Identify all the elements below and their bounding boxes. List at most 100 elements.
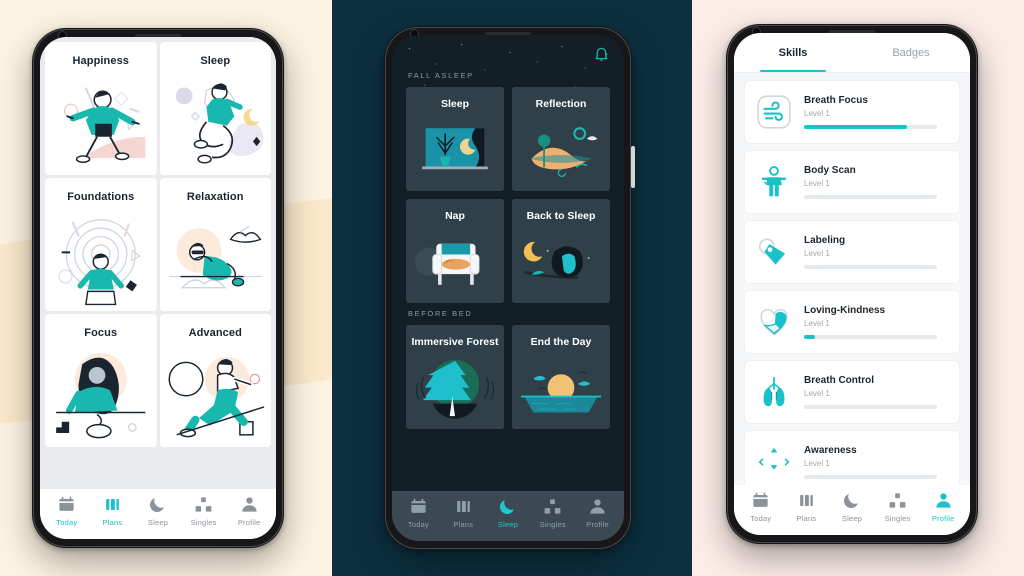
sleep-card-back-to-sleep[interactable]: Back to Sleep	[512, 199, 610, 303]
sleep-card-title: Immersive Forest	[411, 336, 499, 348]
plan-title: Relaxation	[186, 191, 244, 203]
tab-label: Badges	[892, 46, 930, 59]
plan-title: Sleep	[200, 55, 231, 67]
section-label-fall-asleep: FALL ASLEEP	[408, 71, 474, 80]
nav-label: Profile	[931, 514, 955, 523]
nav-label: Profile	[237, 518, 261, 527]
sleep-card-title: Back to Sleep	[526, 210, 596, 222]
focus-illustration	[45, 339, 157, 447]
skill-card-loving-kindness[interactable]: Loving-Kindness Level 1	[744, 290, 960, 354]
advanced-illustration	[160, 339, 272, 447]
sleep-card-title: Reflection	[535, 98, 587, 110]
skill-progress-track	[804, 405, 938, 409]
skill-card-body-scan[interactable]: Body Scan Level 1	[744, 150, 960, 214]
skill-name: Breath Control	[804, 375, 874, 386]
nav-item-plans[interactable]: Plans	[90, 495, 136, 527]
sleep-content: FALL ASLEEP Sleep Reflection Nap Back to…	[392, 35, 624, 491]
screen-plans: Happiness Sleep Foundations Relaxation F…	[40, 37, 276, 539]
nav-label: Sleep	[841, 514, 863, 523]
plans-icon	[800, 494, 813, 507]
moon-icon	[844, 494, 859, 509]
skill-card-labeling[interactable]: Labeling Level 1	[744, 220, 960, 284]
skill-card-awareness[interactable]: Awareness Level 1	[744, 430, 960, 485]
nav-label: Today	[407, 520, 429, 529]
nav-label: Sleep	[497, 520, 519, 529]
sleep-card-end-the-day[interactable]: End the Day	[512, 325, 610, 429]
nav-label: Singles	[884, 514, 911, 523]
plan-card-foundations[interactable]: Foundations	[45, 178, 157, 311]
foundations-illustration	[45, 203, 157, 311]
plans-icon	[106, 498, 119, 511]
nav-item-sleep[interactable]: Sleep	[829, 491, 875, 523]
bottom-nav-profile: Today Plans Sleep Singles Profile	[734, 485, 970, 535]
plans-grid: Happiness Sleep Foundations Relaxation F…	[40, 37, 276, 489]
nav-item-singles[interactable]: Singles	[181, 495, 227, 527]
nav-label: Singles	[539, 520, 566, 529]
nav-item-singles[interactable]: Singles	[875, 491, 921, 523]
sleep-card-immersive-forest[interactable]: Immersive Forest	[406, 325, 504, 429]
skill-level: Level 1	[804, 459, 830, 468]
armchair-cat-illustration	[406, 222, 504, 303]
nav-item-profile[interactable]: Profile	[226, 495, 272, 527]
sleep-card-title: Sleep	[440, 98, 469, 110]
nav-item-sleep[interactable]: Sleep	[135, 495, 181, 527]
skill-name: Loving-Kindness	[804, 305, 886, 316]
bottom-nav-plans: Today Plans Sleep Singles Profile	[40, 489, 276, 539]
plans-icon	[456, 500, 470, 513]
nav-label: Profile	[586, 520, 609, 529]
skill-meta: Awareness Level 1	[804, 445, 949, 479]
person-icon	[242, 497, 257, 512]
profile-tabs: Skills Badges	[734, 33, 970, 73]
plan-card-happiness[interactable]: Happiness	[45, 42, 157, 175]
tab-label: Skills	[778, 46, 808, 59]
window-moon-illustration	[406, 110, 504, 191]
skill-progress-fill	[804, 125, 907, 129]
sleep-card-reflection[interactable]: Reflection	[512, 87, 610, 191]
side-power-button[interactable]	[631, 146, 635, 188]
skill-card-breath-control[interactable]: Breath Control Level 1	[744, 360, 960, 424]
dune-moon-illustration	[512, 110, 610, 191]
skill-name: Awareness	[804, 445, 857, 456]
blocks-icon	[544, 499, 561, 514]
nav-item-today[interactable]: Today	[396, 497, 441, 529]
skill-progress-track	[804, 265, 938, 269]
panel-sleep: FALL ASLEEP Sleep Reflection Nap Back to…	[332, 0, 692, 576]
happiness-illustration	[45, 67, 157, 175]
owl-moon-illustration	[512, 222, 610, 303]
nav-item-profile[interactable]: Profile	[575, 497, 620, 529]
bottom-nav-sleep: Today Plans Sleep Singles Profile	[392, 491, 624, 541]
nav-item-sleep[interactable]: Sleep	[486, 497, 531, 529]
screen-sleep: FALL ASLEEP Sleep Reflection Nap Back to…	[392, 35, 624, 541]
nav-label: Today	[750, 514, 772, 523]
tab-badges[interactable]: Badges	[852, 33, 970, 72]
skill-level: Level 1	[804, 179, 830, 188]
skill-name: Breath Focus	[804, 95, 868, 106]
plan-title: Happiness	[72, 55, 130, 67]
sleep-card-title: End the Day	[530, 336, 592, 348]
nav-item-today[interactable]: Today	[738, 491, 784, 523]
sleep-card-sleep[interactable]: Sleep	[406, 87, 504, 191]
skill-progress-fill	[804, 335, 815, 339]
skill-card-breath-focus[interactable]: Breath Focus Level 1	[744, 80, 960, 144]
nav-item-plans[interactable]: Plans	[441, 497, 486, 529]
skill-progress-track	[804, 335, 938, 339]
plan-card-focus[interactable]: Focus	[45, 314, 157, 447]
nav-item-singles[interactable]: Singles	[530, 497, 575, 529]
sleep-card-nap[interactable]: Nap	[406, 199, 504, 303]
plan-card-sleep[interactable]: Sleep	[159, 42, 271, 175]
plan-card-relaxation[interactable]: Relaxation	[159, 178, 271, 311]
plan-card-advanced[interactable]: Advanced	[159, 314, 272, 447]
nav-label: Sleep	[147, 518, 169, 527]
screenshot-stage: Happiness Sleep Foundations Relaxation F…	[0, 0, 1024, 576]
skill-progress-track	[804, 125, 938, 129]
label-tag-icon	[758, 238, 786, 265]
nav-item-profile[interactable]: Profile	[920, 491, 966, 523]
nav-label: Today	[56, 518, 78, 527]
nav-item-plans[interactable]: Plans	[784, 491, 830, 523]
bell-icon[interactable]	[593, 45, 610, 63]
phone-mockup-profile: Skills Badges Breath Focus Level 1 Body …	[726, 24, 978, 544]
moon-icon	[150, 498, 165, 513]
tab-skills[interactable]: Skills	[734, 33, 852, 72]
skill-meta: Breath Control Level 1	[804, 375, 949, 409]
nav-item-today[interactable]: Today	[44, 495, 90, 527]
